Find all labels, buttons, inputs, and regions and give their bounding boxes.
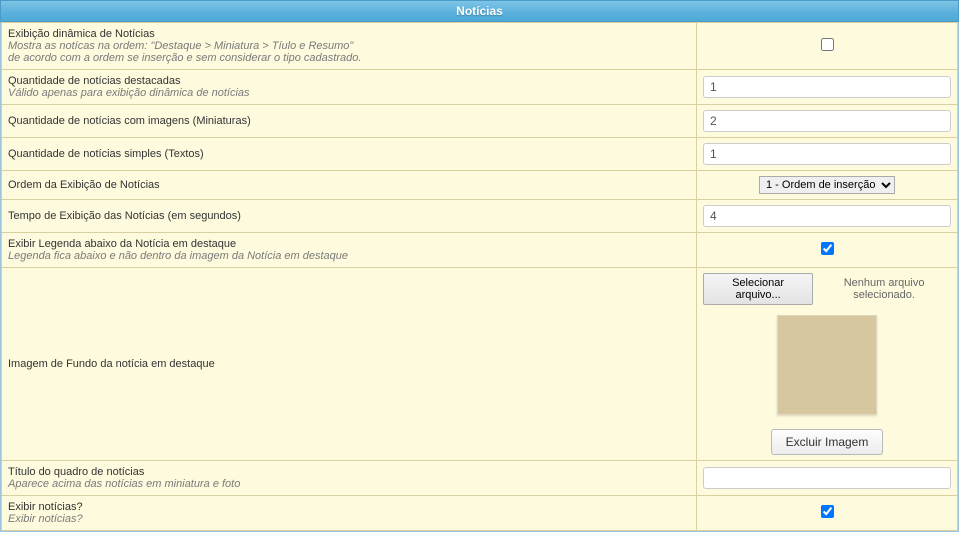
- desc-show: Exibir notícias?: [8, 513, 690, 525]
- label-featured: Quantidade de notícias destacadas: [8, 75, 690, 87]
- row-show: Exibir notícias? Exibir notícias?: [2, 496, 958, 531]
- label-title-box: Título do quadro de notícias: [8, 466, 690, 478]
- row-simple-count: Quantidade de notícias simples (Textos): [2, 138, 958, 171]
- label-thumbs: Quantidade de notícias com imagens (Mini…: [8, 115, 690, 127]
- input-title-box[interactable]: [703, 467, 951, 489]
- file-none-label: Nenhum arquivo selecionado.: [817, 277, 951, 301]
- label-dynamic: Exibição dinâmica de Notícias: [8, 28, 690, 40]
- input-featured-count[interactable]: [703, 76, 951, 98]
- checkbox-show[interactable]: [821, 505, 834, 518]
- input-time[interactable]: [703, 205, 951, 227]
- label-show: Exibir notícias?: [8, 501, 690, 513]
- label-legend: Exibir Legenda abaixo da Notícia em dest…: [8, 238, 690, 250]
- label-bgimg: Imagem de Fundo da notícia em destaque: [8, 358, 690, 370]
- desc-title-box: Aparece acima das notícias em miniatura …: [8, 478, 690, 490]
- row-bgimg: Imagem de Fundo da notícia em destaque S…: [2, 268, 958, 461]
- label-time: Tempo de Exibição das Notícias (em segun…: [8, 210, 690, 222]
- input-simple-count[interactable]: [703, 143, 951, 165]
- desc-dynamic-1: Mostra as notícas na ordem: "Destaque > …: [8, 40, 690, 52]
- file-select-button[interactable]: Selecionar arquivo...: [703, 273, 813, 305]
- settings-panel: Exibição dinâmica de Notícias Mostra as …: [0, 22, 959, 532]
- row-title-box: Título do quadro de notícias Aparece aci…: [2, 461, 958, 496]
- row-thumb-count: Quantidade de notícias com imagens (Mini…: [2, 105, 958, 138]
- select-order[interactable]: 1 - Ordem de inserção: [759, 176, 895, 194]
- input-thumb-count[interactable]: [703, 110, 951, 132]
- settings-table: Exibição dinâmica de Notícias Mostra as …: [1, 22, 958, 531]
- panel-title: Notícias: [456, 4, 503, 18]
- label-simple: Quantidade de notícias simples (Textos): [8, 148, 690, 160]
- row-legend: Exibir Legenda abaixo da Notícia em dest…: [2, 233, 958, 268]
- checkbox-dynamic-display[interactable]: [821, 38, 834, 51]
- row-featured-count: Quantidade de notícias destacadas Válido…: [2, 70, 958, 105]
- label-order: Ordem da Exibição de Notícias: [8, 179, 690, 191]
- desc-featured: Válido apenas para exibição dinâmica de …: [8, 87, 690, 99]
- panel-header: Notícias: [0, 0, 959, 22]
- desc-legend: Legenda fica abaixo e não dentro da imag…: [8, 250, 690, 262]
- row-order: Ordem da Exibição de Notícias 1 - Ordem …: [2, 171, 958, 200]
- desc-dynamic-2: de acordo com a ordem se inserção e sem …: [8, 52, 690, 64]
- delete-image-button[interactable]: Excluir Imagem: [771, 429, 884, 455]
- row-dynamic-display: Exibição dinâmica de Notícias Mostra as …: [2, 23, 958, 70]
- image-preview: [777, 315, 877, 415]
- row-time: Tempo de Exibição das Notícias (em segun…: [2, 200, 958, 233]
- checkbox-legend[interactable]: [821, 242, 834, 255]
